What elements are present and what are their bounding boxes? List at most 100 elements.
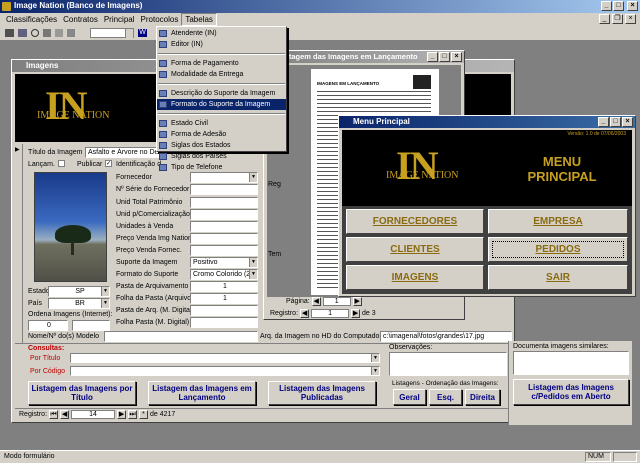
observacoes-field[interactable]	[389, 352, 507, 376]
pasta-digital-field[interactable]	[190, 305, 258, 316]
pais-field[interactable]: BR ▼	[48, 298, 110, 309]
pedidos-button[interactable]: PEDIDOS	[488, 237, 628, 262]
nome-modelo-field[interactable]	[104, 331, 258, 342]
estado-field[interactable]: SP ▼	[48, 286, 110, 297]
lst-titulo-button[interactable]: Listagem das Imagens por Título	[28, 381, 136, 405]
version-text: Versão: 1.0 de 07/06/2003	[567, 131, 626, 137]
formato-field[interactable]: Cromo Colorido (24 ▼	[190, 269, 258, 280]
folha-digital-field[interactable]	[190, 317, 258, 328]
menu-item-descricao-suporte[interactable]: Descrição do Suporte da Imagem	[157, 88, 286, 99]
pasta-arq-field[interactable]: 1	[190, 281, 258, 292]
lst-lancamento-button[interactable]: Listagem das Imagens em Lançamento	[148, 381, 256, 405]
lancam-checkbox[interactable]	[58, 160, 65, 167]
first-record-button[interactable]: ⏮	[49, 410, 59, 419]
font-dropdown[interactable]	[90, 28, 134, 38]
minimize-button[interactable]: _	[601, 1, 612, 11]
nserie-field[interactable]	[190, 184, 258, 195]
menu-item-siglas-paises[interactable]: Siglas dos Países	[157, 151, 286, 162]
search-icon[interactable]	[31, 29, 39, 37]
table-icon	[159, 101, 167, 108]
print-icon[interactable]	[5, 29, 14, 37]
listagem-registro-field[interactable]: 1	[311, 309, 350, 318]
status-empty	[613, 452, 637, 462]
copy-icon[interactable]	[55, 29, 63, 37]
logo-in: IN	[45, 83, 87, 128]
menu-item-estado-civil[interactable]: Estado Civil	[157, 118, 286, 129]
lst-pedidos-button[interactable]: Listagem das Imagens c/Pedidos em Aberto	[513, 379, 629, 405]
menu-item-formato-suporte[interactable]: Formato do Suporte da Imagem	[157, 99, 286, 110]
preco-fornec-label: Preço Venda Fornec.	[116, 247, 182, 254]
doc-close-button[interactable]: ×	[625, 14, 636, 24]
record-selector[interactable]: ▶	[15, 144, 23, 344]
close-button[interactable]: ×	[627, 1, 638, 11]
menu-item-label: Descrição do Suporte da Imagem	[171, 90, 276, 97]
publicar-checkbox[interactable]: ✓	[105, 160, 112, 167]
mp-logo-in: IN	[396, 143, 438, 188]
menu-tabelas[interactable]: Tabelas	[181, 13, 217, 26]
doc-minimize-button[interactable]: _	[599, 14, 610, 24]
unid-total-field[interactable]	[190, 197, 258, 208]
menu-item-tipo-telefone[interactable]: Tipo de Telefone	[157, 162, 286, 173]
unid-comerc-field[interactable]	[190, 209, 258, 220]
preview-icon[interactable]	[18, 29, 27, 37]
arq-hd-field[interactable]: c:\imagenal\fotos\grandes\17.jpg	[380, 331, 512, 342]
listagem-registro-label: Registro:	[270, 310, 299, 317]
pagina-field[interactable]: 1	[322, 297, 351, 306]
last-record-button[interactable]: ⏭	[128, 410, 138, 419]
paste-icon[interactable]	[67, 29, 75, 37]
menu-classificacoes[interactable]: Classificações	[0, 13, 60, 26]
menu-item-editor[interactable]: Editor (IN)	[157, 39, 286, 50]
menu-item-forma-pagamento[interactable]: Forma de Pagamento	[157, 58, 286, 69]
lst-publicadas-button[interactable]: Listagem das Imagens Publicadas	[268, 381, 376, 405]
ordena-field-2[interactable]	[72, 320, 110, 331]
titulo-field[interactable]: Asfalto e Árvore no Des	[85, 147, 159, 158]
pagina-next[interactable]: ▶	[352, 297, 362, 306]
preco-img-field[interactable]	[190, 233, 258, 244]
doc-restore-button[interactable]: ❐	[612, 14, 623, 24]
menu-principal[interactable]: Principal	[101, 13, 138, 26]
cut-icon[interactable]	[43, 29, 51, 37]
prev-record-button[interactable]: ◀	[60, 410, 70, 419]
listagem-record-nav: Registro: ◀ 1 ▶ de 3	[270, 309, 376, 318]
pagina-prev[interactable]: ◀	[311, 297, 321, 306]
preco-fornec-field[interactable]	[190, 245, 258, 256]
direita-button[interactable]: Direita	[465, 389, 500, 405]
por-codigo-field[interactable]: ▼	[70, 366, 380, 376]
ordena-field[interactable]: 0	[28, 320, 68, 331]
geral-button[interactable]: Geral	[393, 389, 426, 405]
mp-logo-text: IMAGE NATION	[386, 170, 459, 181]
folha-pasta-field[interactable]: 1	[190, 293, 258, 304]
sair-button[interactable]: SAIR	[488, 265, 628, 290]
registro-field[interactable]: 14	[71, 410, 116, 419]
table-icon	[159, 60, 167, 67]
lreg-prev[interactable]: ◀	[300, 309, 310, 318]
menu-protocolos[interactable]: Protocolos	[138, 13, 182, 26]
new-record-button[interactable]: *	[139, 410, 149, 419]
preco-img-label: Preço Venda Img Nation	[116, 235, 192, 242]
menu-item-atendente[interactable]: Atendente (IN)	[157, 28, 286, 39]
clientes-button[interactable]: CLIENTES	[346, 237, 484, 262]
documenta-field[interactable]	[513, 351, 629, 375]
nome-modelo-label: Nome/Nº do(s) Modelo	[28, 333, 100, 340]
menu-item-siglas-estados[interactable]: Siglas dos Estados	[157, 140, 286, 151]
next-record-button[interactable]: ▶	[117, 410, 127, 419]
pagina-label: Página:	[286, 298, 310, 305]
suporte-field[interactable]: Positivo ▼	[190, 257, 258, 268]
menu-item-forma-adesao[interactable]: Forma de Adesão	[157, 129, 286, 140]
font-color-icon[interactable]: W	[138, 29, 147, 37]
imagens-button[interactable]: IMAGENS	[346, 265, 484, 290]
menu-contratos[interactable]: Contratos	[60, 13, 101, 26]
lreg-next[interactable]: ▶	[351, 309, 361, 318]
fornecedores-button[interactable]: FORNECEDORES	[346, 209, 484, 234]
registro-label: Registro:	[19, 411, 48, 418]
empresa-button[interactable]: EMPRESA	[488, 209, 628, 234]
por-titulo-field[interactable]: ▼	[70, 353, 380, 363]
unid-venda-field[interactable]	[190, 221, 258, 232]
menu-item-modalidade-entrega[interactable]: Modalidade da Entrega	[157, 69, 286, 80]
maximize-button[interactable]: □	[613, 1, 624, 11]
folha-pasta-label: Folha da Pasta (Arquivo)	[116, 295, 194, 302]
fornecedor-field[interactable]: ▼	[190, 172, 258, 183]
doc-logo	[413, 75, 431, 89]
ordena-label: Ordena Imagens (Internet):	[28, 311, 113, 318]
esq-button[interactable]: Esq.	[429, 389, 462, 405]
